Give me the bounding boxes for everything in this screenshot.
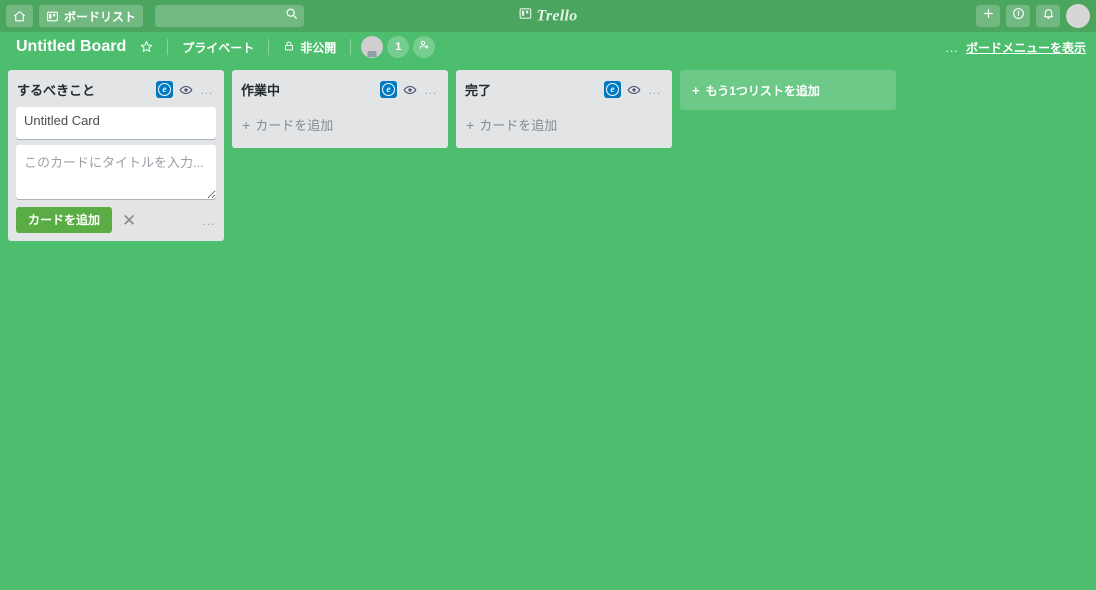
list-header: するべきこと e …: [8, 70, 224, 107]
list-menu-icon[interactable]: …: [422, 81, 440, 98]
header-divider: [350, 39, 352, 55]
home-button[interactable]: [6, 5, 33, 27]
add-card-label: カードを追加: [479, 118, 558, 133]
plus-icon: +: [692, 82, 700, 98]
info-button[interactable]: [1006, 5, 1030, 27]
home-icon: [13, 10, 26, 23]
header-divider: [268, 39, 270, 55]
plus-icon: +: [242, 116, 251, 133]
subscribe-badge-glyph: e: [382, 83, 395, 96]
list-title[interactable]: するべきこと: [17, 80, 152, 99]
subscribe-badge-icon[interactable]: e: [380, 81, 397, 98]
list-menu-icon[interactable]: …: [646, 81, 664, 98]
member-count-badge[interactable]: 1: [387, 36, 410, 58]
add-member-icon: [418, 38, 430, 56]
top-bar-right-group: [976, 4, 1090, 28]
top-bar-left-group: ボードリスト: [6, 5, 305, 27]
plus-icon: [982, 7, 995, 25]
add-button[interactable]: [976, 5, 1000, 27]
list-title[interactable]: 完了: [465, 80, 600, 99]
board-header-right: … ボードメニューを表示: [945, 39, 1086, 56]
trello-board-icon: [518, 7, 532, 26]
boards-list-button[interactable]: ボードリスト: [39, 5, 144, 27]
add-card-link[interactable]: + カードを追加: [456, 107, 672, 140]
eye-icon[interactable]: [625, 81, 642, 98]
trello-logo-text: Trello: [536, 7, 578, 24]
card-title-input[interactable]: [16, 145, 216, 199]
card-list: Untitled Card: [8, 107, 224, 139]
board-canvas: するべきこと e … Untitled Card カードを追加 ✕ …: [0, 62, 1096, 590]
info-icon: [1012, 7, 1025, 25]
header-divider: [167, 39, 169, 55]
list-menu-icon[interactable]: …: [198, 81, 216, 98]
star-icon: [140, 40, 153, 55]
search-input[interactable]: [155, 5, 305, 27]
board-icon: [46, 10, 59, 23]
add-card-label: カードを追加: [255, 118, 334, 133]
list-done: 完了 e … + カードを追加: [456, 70, 672, 148]
list-header: 作業中 e …: [232, 70, 448, 107]
board-visibility-button[interactable]: 非公開: [275, 35, 344, 60]
subscribe-badge-glyph: e: [158, 83, 171, 96]
add-card-button[interactable]: カードを追加: [16, 207, 113, 233]
eye-icon[interactable]: [177, 81, 194, 98]
subscribe-badge-icon[interactable]: e: [156, 81, 173, 98]
board-members: 1: [361, 36, 436, 58]
board-visibility-label: 非公開: [300, 40, 337, 55]
trello-logo[interactable]: Trello: [518, 7, 577, 26]
notifications-button[interactable]: [1036, 5, 1060, 27]
add-member-button[interactable]: [413, 36, 436, 58]
add-list-label: もう1つリストを追加: [705, 83, 820, 98]
composer-options-icon[interactable]: …: [202, 214, 216, 227]
boards-list-label: ボードリスト: [64, 9, 137, 24]
top-navigation-bar: ボードリスト Trello: [0, 0, 1096, 32]
user-avatar[interactable]: [1066, 4, 1090, 28]
member-avatar[interactable]: [361, 36, 384, 58]
card-composer: カードを追加 ✕ …: [8, 145, 224, 233]
eye-icon[interactable]: [401, 81, 418, 98]
add-card-link[interactable]: + カードを追加: [232, 107, 448, 140]
subscribe-badge-glyph: e: [606, 83, 619, 96]
list-header: 完了 e …: [456, 70, 672, 107]
board-menu-dots[interactable]: …: [945, 41, 959, 54]
lock-icon: [283, 40, 295, 55]
list-in-progress: 作業中 e … + カードを追加: [232, 70, 448, 148]
show-board-menu-link[interactable]: ボードメニューを表示: [966, 39, 1086, 56]
add-list-button[interactable]: + もう1つリストを追加: [680, 70, 896, 110]
plus-icon: +: [466, 116, 475, 133]
board-header: Untitled Board プライベート 非公開 1 … ボードメニューを表示: [0, 32, 1096, 62]
list-todo: するべきこと e … Untitled Card カードを追加 ✕ …: [8, 70, 224, 241]
composer-actions: カードを追加 ✕ …: [16, 207, 216, 233]
subscribe-badge-icon[interactable]: e: [604, 81, 621, 98]
board-title[interactable]: Untitled Board: [10, 36, 132, 58]
star-board-button[interactable]: [132, 36, 161, 59]
list-title[interactable]: 作業中: [241, 80, 376, 99]
card[interactable]: Untitled Card: [16, 107, 216, 139]
close-icon[interactable]: ✕: [122, 212, 136, 229]
board-team-button[interactable]: プライベート: [174, 35, 262, 60]
search-container: [149, 5, 305, 27]
bell-icon: [1042, 7, 1055, 25]
